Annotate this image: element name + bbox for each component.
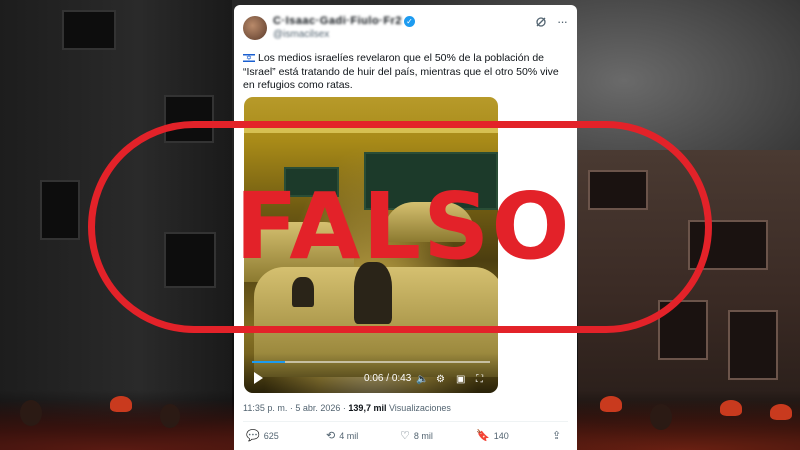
handle[interactable]: @ismacilsex	[273, 29, 329, 40]
video-controls: 0:06 / 0:43 🔈 ⚙ ▣ ⛶	[244, 353, 498, 393]
action-bar: 💬 625 ⟲ 4 mil ♡ 8 mil 🔖 140 ⇪	[234, 429, 577, 447]
grok-icon[interactable]	[535, 16, 547, 28]
bookmark-count: 140	[493, 430, 509, 441]
like-icon: ♡	[400, 430, 410, 442]
video-progress-bar[interactable]	[252, 361, 490, 363]
bookmark-button[interactable]: 🔖 140	[476, 429, 509, 442]
volume-icon[interactable]: 🔈	[416, 374, 428, 385]
video-current-time: 0:06	[364, 373, 384, 384]
tweet-header: C·Isaac·Gadi·Fiulo·Fr2 ✓ @ismacilsex ···	[243, 13, 568, 45]
play-icon[interactable]	[254, 372, 263, 384]
tweet-text: Los medios israelíes revelaron que el 50…	[243, 52, 559, 91]
pip-icon[interactable]: ▣	[456, 374, 465, 385]
tweet-timestamp: 11:35 p. m. · 5 abr. 2026 · 139,7 mil Vi…	[243, 403, 451, 413]
video-duration: 0:43	[391, 373, 412, 384]
fullscreen-icon[interactable]: ⛶	[476, 374, 483, 385]
repost-icon: ⟲	[326, 430, 336, 442]
repost-button[interactable]: ⟲ 4 mil	[326, 429, 358, 442]
views-count: 139,7 mil	[348, 403, 387, 413]
divider	[243, 421, 568, 422]
reply-icon: 💬	[246, 430, 260, 442]
share-button[interactable]: ⇪	[552, 429, 561, 442]
views-label: Visualizaciones	[388, 403, 451, 413]
repost-count: 4 mil	[339, 430, 359, 441]
tweet-body: Los medios israelíes revelaron que el 50…	[243, 52, 569, 93]
settings-icon[interactable]: ⚙	[436, 374, 445, 385]
bookmark-icon: 🔖	[476, 430, 490, 442]
like-button[interactable]: ♡ 8 mil	[400, 429, 433, 442]
reply-button[interactable]: 💬 625	[246, 429, 279, 442]
display-name[interactable]: C·Isaac·Gadi·Fiulo·Fr2	[273, 15, 402, 27]
israel-flag-icon	[243, 52, 255, 66]
video-progress-fill	[252, 361, 286, 363]
like-count: 8 mil	[413, 430, 433, 441]
reply-count: 625	[263, 430, 279, 441]
falso-stamp: FALSO	[235, 173, 572, 280]
more-icon[interactable]: ···	[557, 14, 568, 29]
post-time[interactable]: 11:35 p. m. · 5 abr. 2026 ·	[243, 403, 346, 413]
verified-icon: ✓	[404, 16, 415, 27]
video-time: 0:06 / 0:43	[364, 373, 412, 384]
avatar[interactable]	[243, 16, 267, 40]
share-icon: ⇪	[552, 430, 562, 442]
